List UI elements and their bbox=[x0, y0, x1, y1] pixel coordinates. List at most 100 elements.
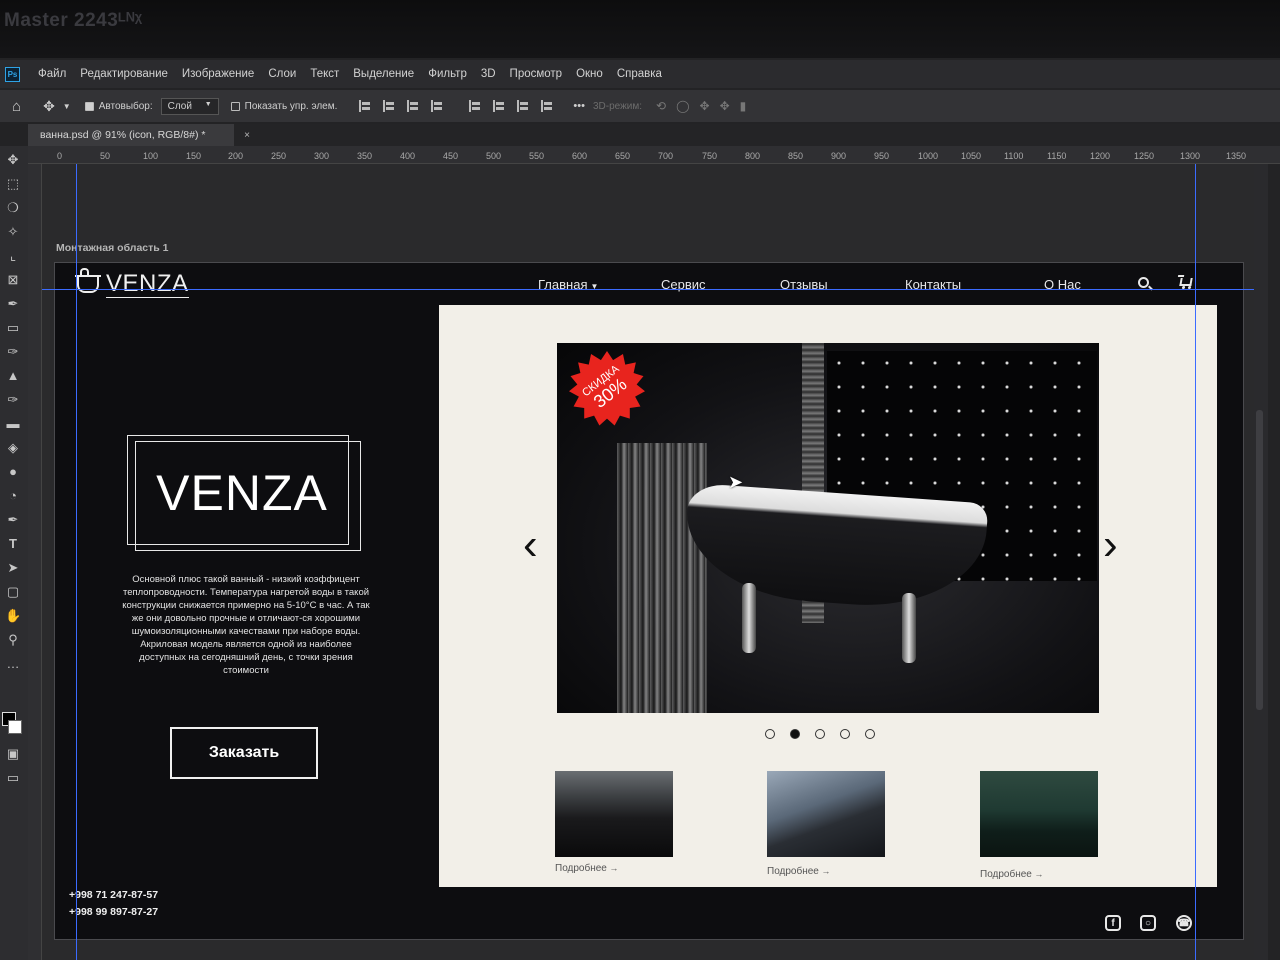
menu-image[interactable]: Изображение bbox=[182, 68, 254, 80]
menu-type[interactable]: Текст bbox=[310, 68, 339, 80]
slider-prev-arrow[interactable]: ‹ bbox=[523, 520, 538, 570]
blur-tool-icon[interactable]: ● bbox=[5, 464, 21, 480]
document-tab[interactable]: ванна.psd @ 91% (icon, RGB/8#) * × bbox=[28, 124, 250, 146]
thumbnail-2[interactable] bbox=[767, 771, 885, 857]
distribute-vertical-icon[interactable] bbox=[541, 100, 553, 112]
autoselect-value: Слой bbox=[167, 100, 192, 112]
screen-mode-icon[interactable]: ▭ bbox=[5, 770, 21, 786]
site-logo[interactable]: VENZA bbox=[75, 267, 189, 298]
site-logo-text: VENZA bbox=[106, 270, 189, 298]
facebook-icon[interactable]: f bbox=[1105, 915, 1121, 931]
hand-tool-icon[interactable]: ✋ bbox=[5, 608, 21, 624]
frame-tool-icon[interactable]: ⊠ bbox=[5, 272, 21, 288]
align-bottom-icon[interactable] bbox=[517, 100, 529, 112]
brush-tool-icon[interactable]: ✑ bbox=[5, 344, 21, 360]
path-selection-tool-icon[interactable]: ➤ bbox=[5, 560, 21, 576]
align-left-icon[interactable] bbox=[359, 100, 371, 112]
dodge-tool-icon[interactable]: ◔ bbox=[5, 488, 21, 504]
vertical-scrollbar-thumb[interactable] bbox=[1256, 410, 1263, 710]
menu-select[interactable]: Выделение bbox=[353, 68, 414, 80]
guide-horizontal bbox=[42, 289, 1254, 290]
bathtub-shape bbox=[681, 482, 989, 614]
show-transform-option[interactable]: Показать упр. элем. bbox=[230, 101, 337, 112]
thumbnail-3[interactable] bbox=[980, 771, 1098, 857]
tool-preset-chevron-icon[interactable]: ▼ bbox=[63, 102, 71, 111]
edit-toolbar-icon[interactable]: … bbox=[5, 656, 21, 672]
crop-tool-icon[interactable]: ⌞ bbox=[5, 248, 21, 264]
move-tool-icon[interactable]: ✥ bbox=[5, 152, 21, 168]
history-brush-tool-icon[interactable]: ✑ bbox=[5, 392, 21, 408]
align-middle-icon[interactable] bbox=[493, 100, 505, 112]
slider-dot-2[interactable] bbox=[790, 729, 800, 739]
menu-view[interactable]: Просмотр bbox=[510, 68, 563, 80]
menu-3d[interactable]: 3D bbox=[481, 68, 496, 80]
menu-edit[interactable]: Редактирование bbox=[80, 68, 168, 80]
ruler-tick: 1300 bbox=[1180, 151, 1201, 161]
menu-window[interactable]: Окно bbox=[576, 68, 603, 80]
healing-brush-tool-icon[interactable]: ▭ bbox=[5, 320, 21, 336]
autoselect-option[interactable]: Автовыбор: Слой ▼ bbox=[84, 97, 219, 115]
curtain bbox=[617, 443, 707, 713]
photoshop-logo-icon[interactable]: Ps bbox=[5, 66, 20, 82]
background-color-swatch[interactable] bbox=[8, 720, 22, 734]
align-center-icon[interactable] bbox=[383, 100, 395, 112]
eyedropper-tool-icon[interactable]: ✒ bbox=[5, 296, 21, 312]
menu-layers[interactable]: Слои bbox=[268, 68, 296, 80]
menu-file[interactable]: Файл bbox=[38, 68, 66, 80]
bathtub-leg bbox=[742, 583, 756, 653]
show-transform-checkbox[interactable] bbox=[230, 101, 240, 111]
ruler-tick: 400 bbox=[400, 151, 416, 161]
align-right-icon[interactable] bbox=[407, 100, 419, 112]
autoselect-dropdown[interactable]: Слой ▼ bbox=[160, 97, 219, 115]
marquee-tool-icon[interactable]: ⬚ bbox=[5, 176, 21, 192]
slide-3d-icon: ✥ bbox=[719, 99, 730, 113]
pen-tool-icon[interactable]: ✒ bbox=[5, 512, 21, 528]
stamp-tool-icon[interactable]: ▲ bbox=[5, 368, 21, 384]
home-icon[interactable]: ⌂ bbox=[12, 98, 21, 115]
shape-tool-icon[interactable]: ▢ bbox=[5, 584, 21, 600]
move-tool-icon[interactable]: ✥ bbox=[43, 98, 55, 115]
ruler-tick: 600 bbox=[572, 151, 588, 161]
zoom-tool-icon[interactable]: ⚲ bbox=[5, 632, 21, 648]
slider-dot-1[interactable] bbox=[765, 729, 775, 739]
thumbnail-2-more-link[interactable]: Подробнее bbox=[767, 866, 830, 877]
ruler-tick: 700 bbox=[658, 151, 674, 161]
autoselect-label: Автовыбор: bbox=[98, 100, 153, 112]
thumbnail-1-more-link[interactable]: Подробнее bbox=[555, 863, 618, 874]
discount-badge-text: СКИДКА 30% bbox=[557, 343, 660, 442]
distribute-horizontal-icon[interactable] bbox=[431, 100, 443, 112]
quick-mask-icon[interactable]: ▣ bbox=[5, 746, 21, 762]
search-icon[interactable] bbox=[1138, 277, 1149, 288]
lasso-tool-icon[interactable]: ❍ bbox=[5, 200, 21, 216]
instagram-icon[interactable]: ○ bbox=[1140, 915, 1156, 931]
slider-dot-3[interactable] bbox=[815, 729, 825, 739]
more-options-button[interactable]: ••• bbox=[573, 100, 585, 112]
phone-number-1[interactable]: +998 71 247-87-57 bbox=[69, 889, 158, 901]
slider-dot-4[interactable] bbox=[840, 729, 850, 739]
order-button[interactable]: Заказать bbox=[170, 727, 318, 779]
roll-3d-icon: ◯ bbox=[676, 99, 690, 113]
monitor-label: Master 2243ᴸᴺᵡ bbox=[4, 10, 143, 31]
ruler-vertical bbox=[28, 164, 42, 960]
slider-next-arrow[interactable]: › bbox=[1103, 520, 1118, 570]
menu-help[interactable]: Справка bbox=[617, 68, 662, 80]
menu-filter[interactable]: Фильтр bbox=[428, 68, 467, 80]
align-top-icon[interactable] bbox=[469, 100, 481, 112]
type-tool-icon[interactable]: T bbox=[5, 536, 21, 552]
ruler-tick: 350 bbox=[357, 151, 373, 161]
eraser-tool-icon[interactable]: ▬ bbox=[5, 416, 21, 432]
thumbnail-1[interactable] bbox=[555, 771, 673, 857]
phone-number-2[interactable]: +998 99 897-87-27 bbox=[69, 906, 158, 918]
chevron-down-icon: ▼ bbox=[204, 100, 212, 108]
whatsapp-icon[interactable]: ☎ bbox=[1176, 915, 1192, 931]
cart-icon[interactable] bbox=[1179, 278, 1193, 286]
slider-dot-5[interactable] bbox=[865, 729, 875, 739]
autoselect-checkbox[interactable] bbox=[84, 101, 94, 111]
thumbnail-3-more-link[interactable]: Подробнее bbox=[980, 869, 1043, 880]
monitor-bezel: Master 2243ᴸᴺᵡ bbox=[0, 0, 1280, 58]
close-icon[interactable]: × bbox=[244, 130, 250, 141]
artboard-label[interactable]: Монтажная область 1 bbox=[56, 242, 169, 254]
website-artboard[interactable]: VENZA Главная ▼ Сервис Отзывы Контакты О … bbox=[54, 262, 1244, 940]
magic-wand-tool-icon[interactable]: ✧ bbox=[5, 224, 21, 240]
paint-bucket-tool-icon[interactable]: ◈ bbox=[5, 440, 21, 456]
